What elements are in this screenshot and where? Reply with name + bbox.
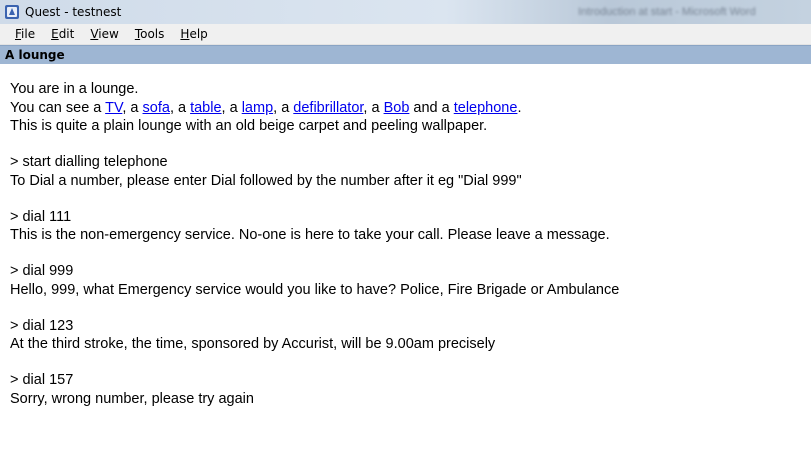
menu-bar: File Edit View Tools Help	[0, 24, 811, 45]
game-response: To Dial a number, please enter Dial foll…	[10, 172, 522, 189]
game-response: Hello, 999, what Emergency service would…	[10, 281, 620, 298]
room-intro-line: You are in a lounge.	[10, 81, 139, 97]
object-link-tv[interactable]: TV	[105, 100, 122, 116]
player-command: > dial 111	[10, 208, 72, 225]
game-output: You are in a lounge. You can see a TV, a…	[10, 80, 805, 426]
object-link-telephone[interactable]: telephone	[454, 100, 518, 116]
game-response: Sorry, wrong number, please try again	[10, 390, 254, 407]
object-link-defibrillator[interactable]: defibrillator	[293, 100, 363, 116]
menu-help[interactable]: Help	[172, 24, 215, 45]
player-command: > dial 157	[10, 372, 74, 388]
menu-edit[interactable]: Edit	[43, 24, 82, 45]
object-link-lamp[interactable]: lamp	[242, 100, 273, 116]
object-link-table[interactable]: table	[190, 100, 221, 116]
room-detail-line: This is quite a plain lounge with an old…	[10, 118, 488, 134]
exchange: > dial 157 Sorry, wrong number, please t…	[10, 371, 805, 408]
player-command: > dial 123	[10, 317, 74, 334]
game-response: This is the non-emergency service. No-on…	[10, 227, 610, 243]
window-titlebar[interactable]: Quest - testnest Introduction at start -…	[0, 0, 811, 24]
menu-tools[interactable]: Tools	[127, 24, 173, 45]
player-command: > start dialling telephone	[10, 154, 168, 170]
game-response: At the third stroke, the time, sponsored…	[10, 336, 496, 352]
exchange: > dial 111 This is the non-emergency ser…	[10, 208, 805, 245]
background-window-title: Introduction at start - Microsoft Word	[578, 6, 756, 18]
location-bar: A lounge	[0, 45, 811, 64]
visible-objects-line: You can see a TV, a sofa, a table, a lam…	[10, 99, 522, 116]
exchange: > dial 123 At the third stroke, the time…	[10, 317, 805, 354]
object-link-bob[interactable]: Bob	[384, 100, 410, 116]
location-name: A lounge	[5, 48, 65, 62]
exchange: > dial 999 Hello, 999, what Emergency se…	[10, 262, 805, 299]
menu-view[interactable]: View	[82, 24, 126, 45]
room-description: You are in a lounge. You can see a TV, a…	[10, 80, 805, 136]
player-command: > dial 999	[10, 263, 74, 279]
menu-file[interactable]: File	[7, 24, 43, 45]
window-title: Quest - testnest	[25, 5, 122, 19]
object-link-sofa[interactable]: sofa	[143, 100, 170, 116]
quest-app-icon[interactable]	[4, 4, 20, 20]
exchange: > start dialling telephone To Dial a num…	[10, 153, 805, 190]
